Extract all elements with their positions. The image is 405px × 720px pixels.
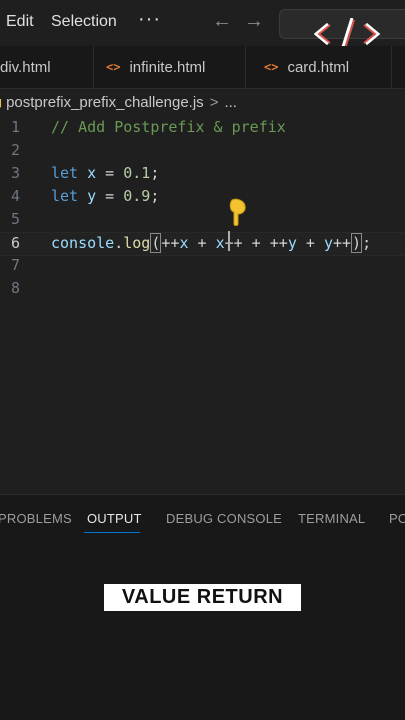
line-number: 4 xyxy=(10,187,20,205)
code-token: console xyxy=(51,234,115,252)
code-line[interactable]: 2 xyxy=(0,140,405,162)
tab-debug-console[interactable]: DEBUG CONSOLE xyxy=(166,511,282,526)
code-token: ; xyxy=(150,164,160,182)
chevron-right-icon: > xyxy=(209,93,219,111)
line-number: 5 xyxy=(10,210,20,228)
code-token: + xyxy=(296,234,324,252)
active-tab-indicator xyxy=(84,532,140,533)
menu-more-icon[interactable]: ··· xyxy=(138,8,161,31)
code-line[interactable]: 8 xyxy=(0,278,405,300)
vscode-window: Edit Selection ··· ← → div.html <> infin… xyxy=(0,0,405,720)
title-bar: Edit Selection ··· ← → xyxy=(0,0,405,53)
code-text: // Add Postprefix & prefix xyxy=(51,118,286,136)
code-token: log xyxy=(123,234,151,252)
breadcrumb: ▮ postprefix_prefix_challenge.js > ... xyxy=(0,90,405,114)
code-token: let xyxy=(51,164,79,182)
code-editor[interactable]: 1 // Add Postprefix & prefix 2 3 let x = 0.1… xyxy=(0,114,405,494)
code-token: 0.1 xyxy=(123,164,151,182)
text-cursor xyxy=(228,231,230,251)
code-line[interactable]: 7 xyxy=(0,255,405,277)
tab-ports[interactable]: PORTS xyxy=(389,511,405,526)
code-token: y xyxy=(323,234,333,252)
code-line[interactable]: 6 console.log(++x + x++ + ++y + y++); xyxy=(0,232,405,256)
line-number: 2 xyxy=(10,141,20,159)
tab-label: infinite.html xyxy=(129,58,206,76)
code-token: 0.9 xyxy=(123,187,151,205)
tab-terminal[interactable]: TERMINAL xyxy=(298,511,365,526)
editor-tab-bar: div.html <> infinite.html <> card.html xyxy=(0,46,405,89)
code-line[interactable]: 3 let x = 0.1; xyxy=(0,163,405,185)
code-token: y xyxy=(87,187,97,205)
breadcrumb-more[interactable]: ... xyxy=(224,94,237,111)
tab-output[interactable]: OUTPUT xyxy=(87,511,142,526)
code-line[interactable]: 5 xyxy=(0,209,405,231)
code-token: ; xyxy=(362,234,372,252)
tab-label: card.html xyxy=(287,58,350,76)
menu-edit[interactable]: Edit xyxy=(6,13,34,31)
line-number: 3 xyxy=(10,164,20,182)
html-file-icon: <> xyxy=(106,60,121,74)
arrow-left-icon[interactable]: ← xyxy=(212,10,232,33)
code-token: // Add Postprefix & prefix xyxy=(51,118,286,136)
code-token: = xyxy=(96,164,124,182)
code-text: console.log(++x + x++ + ++y + y++); xyxy=(51,233,372,253)
code-token: ++ + ++ xyxy=(224,234,288,252)
js-file-icon: ▮ xyxy=(0,96,2,109)
code-token: let xyxy=(51,187,79,205)
html-file-icon: <> xyxy=(264,60,279,74)
code-token: x xyxy=(87,164,97,182)
code-token: ++ xyxy=(161,234,180,252)
code-token: ) xyxy=(351,233,363,253)
tab-card-html[interactable]: <> card.html xyxy=(252,46,392,88)
code-line[interactable]: 1 // Add Postprefix & prefix xyxy=(0,117,405,139)
tab-infinite-html[interactable]: <> infinite.html xyxy=(94,46,246,88)
code-token: ; xyxy=(150,187,160,205)
code-line[interactable]: 4 let y = 0.9; xyxy=(0,186,405,208)
pointer-hand-icon xyxy=(226,198,248,232)
code-token: = xyxy=(96,187,124,205)
code-text: let y = 0.9; xyxy=(51,187,159,205)
caption-label: VALUE RETURN xyxy=(104,584,301,611)
code-token: x xyxy=(215,234,225,252)
arrow-right-icon[interactable]: → xyxy=(244,10,264,33)
tab-problems[interactable]: PROBLEMS xyxy=(0,511,72,526)
breadcrumb-file[interactable]: postprefix_prefix_challenge.js xyxy=(6,94,204,111)
code-token: ( xyxy=(150,233,162,253)
tab-div-html[interactable]: div.html xyxy=(0,46,94,88)
tab-label: div.html xyxy=(0,58,51,76)
line-number: 1 xyxy=(10,118,20,136)
menu-selection[interactable]: Selection xyxy=(51,13,117,31)
code-token: ++ xyxy=(332,234,352,252)
code-token: y xyxy=(287,234,297,252)
code-token: . xyxy=(114,234,124,252)
line-number: 7 xyxy=(10,256,20,274)
code-text: let x = 0.1; xyxy=(51,164,159,182)
line-number: 8 xyxy=(10,279,20,297)
line-number: 6 xyxy=(10,234,20,252)
code-token: + xyxy=(188,234,216,252)
